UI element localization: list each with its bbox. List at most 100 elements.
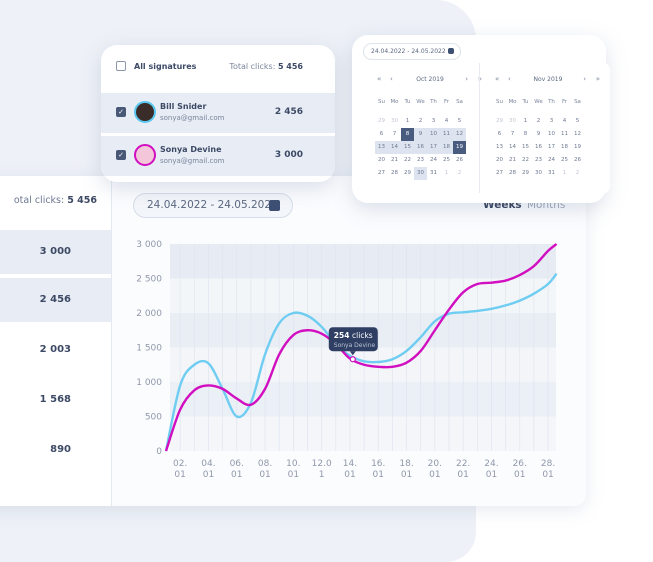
day-cell[interactable]: 7	[388, 128, 401, 141]
person-clicks: 3 000	[274, 150, 303, 160]
weekday-label: Tu	[522, 99, 529, 105]
day-cell[interactable]: 30	[532, 167, 545, 180]
day-cell[interactable]: 23	[414, 154, 427, 167]
day-cell[interactable]: 12	[571, 128, 584, 141]
day-cell[interactable]: 18	[558, 141, 571, 154]
day-cell[interactable]: 9	[414, 128, 427, 141]
day-cell[interactable]: 5	[571, 115, 584, 128]
day-cell[interactable]: 24	[427, 154, 440, 167]
day-cell[interactable]: 20	[375, 154, 388, 167]
day-cell[interactable]: 8	[519, 128, 532, 141]
x-tick-label: 01	[429, 470, 440, 480]
day-cell[interactable]: 28	[506, 167, 519, 180]
weekday-label: Tu	[404, 99, 411, 105]
day-cell[interactable]: 15	[401, 141, 414, 154]
day-cell[interactable]: 3	[427, 115, 440, 128]
day-cell[interactable]: 24	[545, 154, 558, 167]
day-cell[interactable]: 6	[493, 128, 506, 141]
x-tick-label: 01	[373, 470, 384, 480]
checkbox-checked[interactable]: ✓	[116, 150, 126, 160]
day-cell[interactable]: 12	[453, 128, 466, 141]
day-cell[interactable]: 29	[401, 167, 414, 180]
x-tick-label: 1	[319, 470, 325, 480]
day-cell[interactable]: 2	[532, 115, 545, 128]
day-cell[interactable]: 4	[440, 115, 453, 128]
x-tick-label: 04.	[201, 459, 215, 469]
day-cell[interactable]: 17	[545, 141, 558, 154]
day-cell[interactable]: 4	[558, 115, 571, 128]
day-cell[interactable]: 30	[506, 115, 519, 128]
day-cell[interactable]: 13	[493, 141, 506, 154]
day-cell[interactable]: 19	[453, 141, 466, 154]
day-cell[interactable]: 25	[558, 154, 571, 167]
day-cell[interactable]: 20	[493, 154, 506, 167]
next-month-button[interactable]: ›	[583, 75, 586, 83]
day-cell[interactable]: 26	[453, 154, 466, 167]
day-cell[interactable]: 29	[493, 115, 506, 128]
x-tick-label: 01	[542, 470, 553, 480]
day-cell[interactable]: 1	[558, 167, 571, 180]
day-cell[interactable]: 22	[519, 154, 532, 167]
calendar-icon[interactable]	[448, 48, 454, 54]
signature-row[interactable]: ✓ Bill Snider sonya@gmail.com 2 456	[101, 93, 335, 133]
day-cell[interactable]: 2	[453, 167, 466, 180]
day-cell[interactable]: 29	[375, 115, 388, 128]
day-cell[interactable]: 23	[532, 154, 545, 167]
day-cell[interactable]: 5	[453, 115, 466, 128]
day-cell[interactable]: 8	[401, 128, 414, 141]
day-cell[interactable]: 10	[545, 128, 558, 141]
tooltip-point	[349, 356, 356, 363]
day-cell[interactable]: 30	[388, 115, 401, 128]
day-cell[interactable]: 13	[375, 141, 388, 154]
x-tick-label: 24.	[484, 459, 498, 469]
day-cell[interactable]: 10	[427, 128, 440, 141]
day-cell[interactable]: 28	[388, 167, 401, 180]
day-cell[interactable]: 14	[506, 141, 519, 154]
day-cell[interactable]: 11	[440, 128, 453, 141]
day-cell[interactable]: 1	[519, 115, 532, 128]
checkbox-checked[interactable]: ✓	[116, 107, 126, 117]
day-cell[interactable]: 9	[532, 128, 545, 141]
day-cell[interactable]: 2	[414, 115, 427, 128]
x-tick-label: 02.	[173, 459, 187, 469]
total-label: Total clicks:	[229, 62, 276, 71]
day-cell[interactable]: 15	[519, 141, 532, 154]
day-cell[interactable]: 1	[401, 115, 414, 128]
day-cell[interactable]: 27	[493, 167, 506, 180]
day-cell[interactable]: 31	[545, 167, 558, 180]
day-cell[interactable]: 16	[414, 141, 427, 154]
day-cell[interactable]: 31	[427, 167, 440, 180]
day-cell[interactable]: 17	[427, 141, 440, 154]
day-cell[interactable]: 11	[558, 128, 571, 141]
day-cell[interactable]: 30	[414, 167, 427, 180]
day-cell[interactable]: 21	[506, 154, 519, 167]
x-tick-label: 06.	[230, 459, 244, 469]
x-tick-label: 22.	[456, 459, 470, 469]
day-cell[interactable]: 21	[388, 154, 401, 167]
grid-band	[170, 416, 556, 451]
x-tick-label: 01	[288, 470, 299, 480]
day-cell[interactable]: 1	[440, 167, 453, 180]
date-picker-input[interactable]: 24.04.2022 - 24.05.2022	[363, 43, 461, 60]
signature-row[interactable]: ✓ Sonya Devine sonya@gmail.com 3 000	[101, 136, 335, 176]
day-cell[interactable]: 26	[571, 154, 584, 167]
day-cell[interactable]: 27	[375, 167, 388, 180]
day-grid: Su Mo Tu We Th Fr Sa 29 30 1 2 3 4 5 6 7 8 9 10 11 12 13 14 15 1…	[493, 96, 584, 180]
day-cell[interactable]: 2	[571, 167, 584, 180]
weekday-label: Sa	[456, 99, 463, 105]
day-cell[interactable]: 25	[440, 154, 453, 167]
person-name: Bill Snider	[160, 102, 207, 111]
day-cell[interactable]: 6	[375, 128, 388, 141]
next-year-button[interactable]: »	[596, 75, 600, 83]
next-month-button[interactable]: ›	[465, 75, 468, 83]
day-cell[interactable]: 16	[532, 141, 545, 154]
day-cell[interactable]: 18	[440, 141, 453, 154]
y-tick-label: 1 000	[136, 378, 162, 388]
day-cell[interactable]: 22	[401, 154, 414, 167]
day-cell[interactable]: 19	[571, 141, 584, 154]
day-cell[interactable]: 14	[388, 141, 401, 154]
day-cell[interactable]: 3	[545, 115, 558, 128]
day-cell[interactable]: 29	[519, 167, 532, 180]
day-cell[interactable]: 7	[506, 128, 519, 141]
all-signatures-checkbox[interactable]	[116, 61, 126, 71]
